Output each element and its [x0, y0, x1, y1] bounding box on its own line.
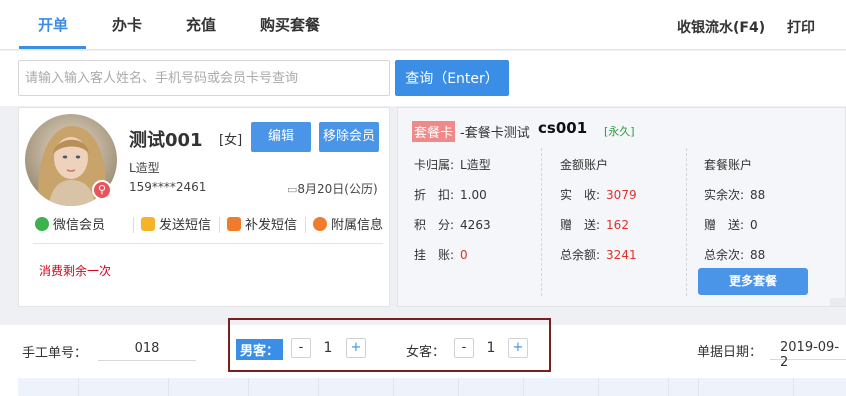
- customer-actions: 微信会员 发送短信 补发短信 附属信息: [33, 214, 385, 236]
- package-validity: [永久]: [604, 125, 635, 138]
- table-column: [318, 378, 319, 396]
- items-table-header: [18, 378, 846, 396]
- top-nav: 开单 办卡 充值 购买套餐 收银流水(F4) 打印: [0, 0, 846, 50]
- mail-icon: [141, 217, 155, 231]
- gift-times: 赠 送: 0: [704, 218, 758, 232]
- customer-name: 测试001: [129, 130, 203, 151]
- actual-remaining: 实余次: 88: [704, 188, 766, 202]
- search-row: 查询（Enter）: [0, 51, 846, 106]
- calendar-icon: ▭: [287, 183, 298, 196]
- package-code: cs001: [538, 119, 588, 137]
- discount: 折 扣: 1.00: [414, 188, 487, 202]
- member-badge-icon: ⚲: [92, 180, 112, 200]
- table-column: [523, 378, 524, 396]
- customer-phone: 159****2461: [129, 180, 207, 194]
- remove-member-button[interactable]: 移除会员: [319, 122, 379, 152]
- divider: [219, 217, 220, 233]
- table-column: [793, 378, 794, 396]
- amount-account-header: 金额账户: [560, 158, 609, 172]
- total-remaining: 总余次: 88: [704, 248, 766, 262]
- scrollbar[interactable]: [830, 298, 846, 306]
- table-column: [393, 378, 394, 396]
- table-column: [458, 378, 459, 396]
- table-column: [598, 378, 599, 396]
- date-field[interactable]: 2019-09-2: [770, 340, 846, 370]
- customer-note: 消费剩余一次: [39, 264, 112, 278]
- points: 积 分: 4263: [414, 218, 491, 232]
- package-tag: 套餐卡: [412, 121, 456, 142]
- divider: [305, 217, 306, 233]
- amount-total: 总余额: 3241: [560, 248, 637, 262]
- customer-panel: ⚲ 测试001 [女] 编辑 移除会员 L造型 159****2461 ▭8月2…: [18, 107, 390, 307]
- amount-gift: 赠 送: 162: [560, 218, 629, 232]
- edit-button[interactable]: 编辑: [251, 122, 311, 152]
- male-count[interactable]: 1: [317, 340, 339, 356]
- male-increment-button[interactable]: +: [346, 338, 366, 358]
- divider: [686, 148, 687, 296]
- manual-number-field[interactable]: 018: [98, 341, 196, 361]
- cash-flow-link[interactable]: 收银流水(F4): [677, 17, 765, 37]
- table-column: [698, 378, 699, 396]
- table-column: [248, 378, 249, 396]
- resend-sms-action[interactable]: 补发短信: [227, 214, 297, 233]
- male-decrement-button[interactable]: -: [291, 338, 311, 358]
- active-tab-indicator: [19, 46, 86, 49]
- wechat-icon: [35, 217, 49, 231]
- customer-gender: [女]: [219, 133, 243, 148]
- package-title: -套餐卡测试: [460, 126, 530, 141]
- package-card-panel: 套餐卡 -套餐卡测试 cs001 [永久] 卡归属: L造型 折 扣: 1.00 积…: [397, 107, 846, 307]
- search-button[interactable]: 查询（Enter）: [395, 60, 509, 96]
- table-column: [668, 378, 669, 396]
- date-label: 单据日期：: [697, 345, 763, 360]
- customer-store: L造型: [129, 161, 160, 175]
- customer-birthday: ▭8月20日(公历): [287, 182, 378, 196]
- manual-number-label: 手工单号：: [22, 346, 88, 361]
- card-owner: 卡归属: L造型: [414, 158, 491, 172]
- tab-card[interactable]: 办卡: [112, 14, 142, 35]
- table-column: [168, 378, 169, 396]
- divider: [33, 243, 383, 244]
- female-count[interactable]: 1: [480, 340, 502, 356]
- female-guest-label: 女客：: [406, 345, 446, 360]
- table-column: [78, 378, 79, 396]
- message-icon: [227, 217, 241, 231]
- amount-received: 实 收: 3079: [560, 188, 637, 202]
- tab-open-order[interactable]: 开单: [38, 14, 68, 35]
- divider: [133, 217, 134, 233]
- extra-info-action[interactable]: 附属信息: [313, 214, 383, 233]
- package-account-header: 套餐账户: [704, 158, 753, 172]
- on-account: 挂 账: 0: [414, 248, 468, 262]
- tab-buy-package[interactable]: 购买套餐: [260, 14, 320, 35]
- tab-recharge[interactable]: 充值: [186, 14, 216, 35]
- female-increment-button[interactable]: +: [508, 338, 528, 358]
- female-decrement-button[interactable]: -: [454, 338, 474, 358]
- search-input[interactable]: [18, 60, 390, 96]
- divider: [541, 148, 542, 296]
- attachment-icon: [313, 217, 327, 231]
- male-guest-label: 男客：: [236, 339, 284, 360]
- send-sms-action[interactable]: 发送短信: [141, 214, 211, 233]
- print-link[interactable]: 打印: [787, 17, 815, 37]
- more-packages-button[interactable]: 更多套餐: [698, 268, 808, 295]
- wechat-member-action[interactable]: 微信会员: [35, 214, 105, 233]
